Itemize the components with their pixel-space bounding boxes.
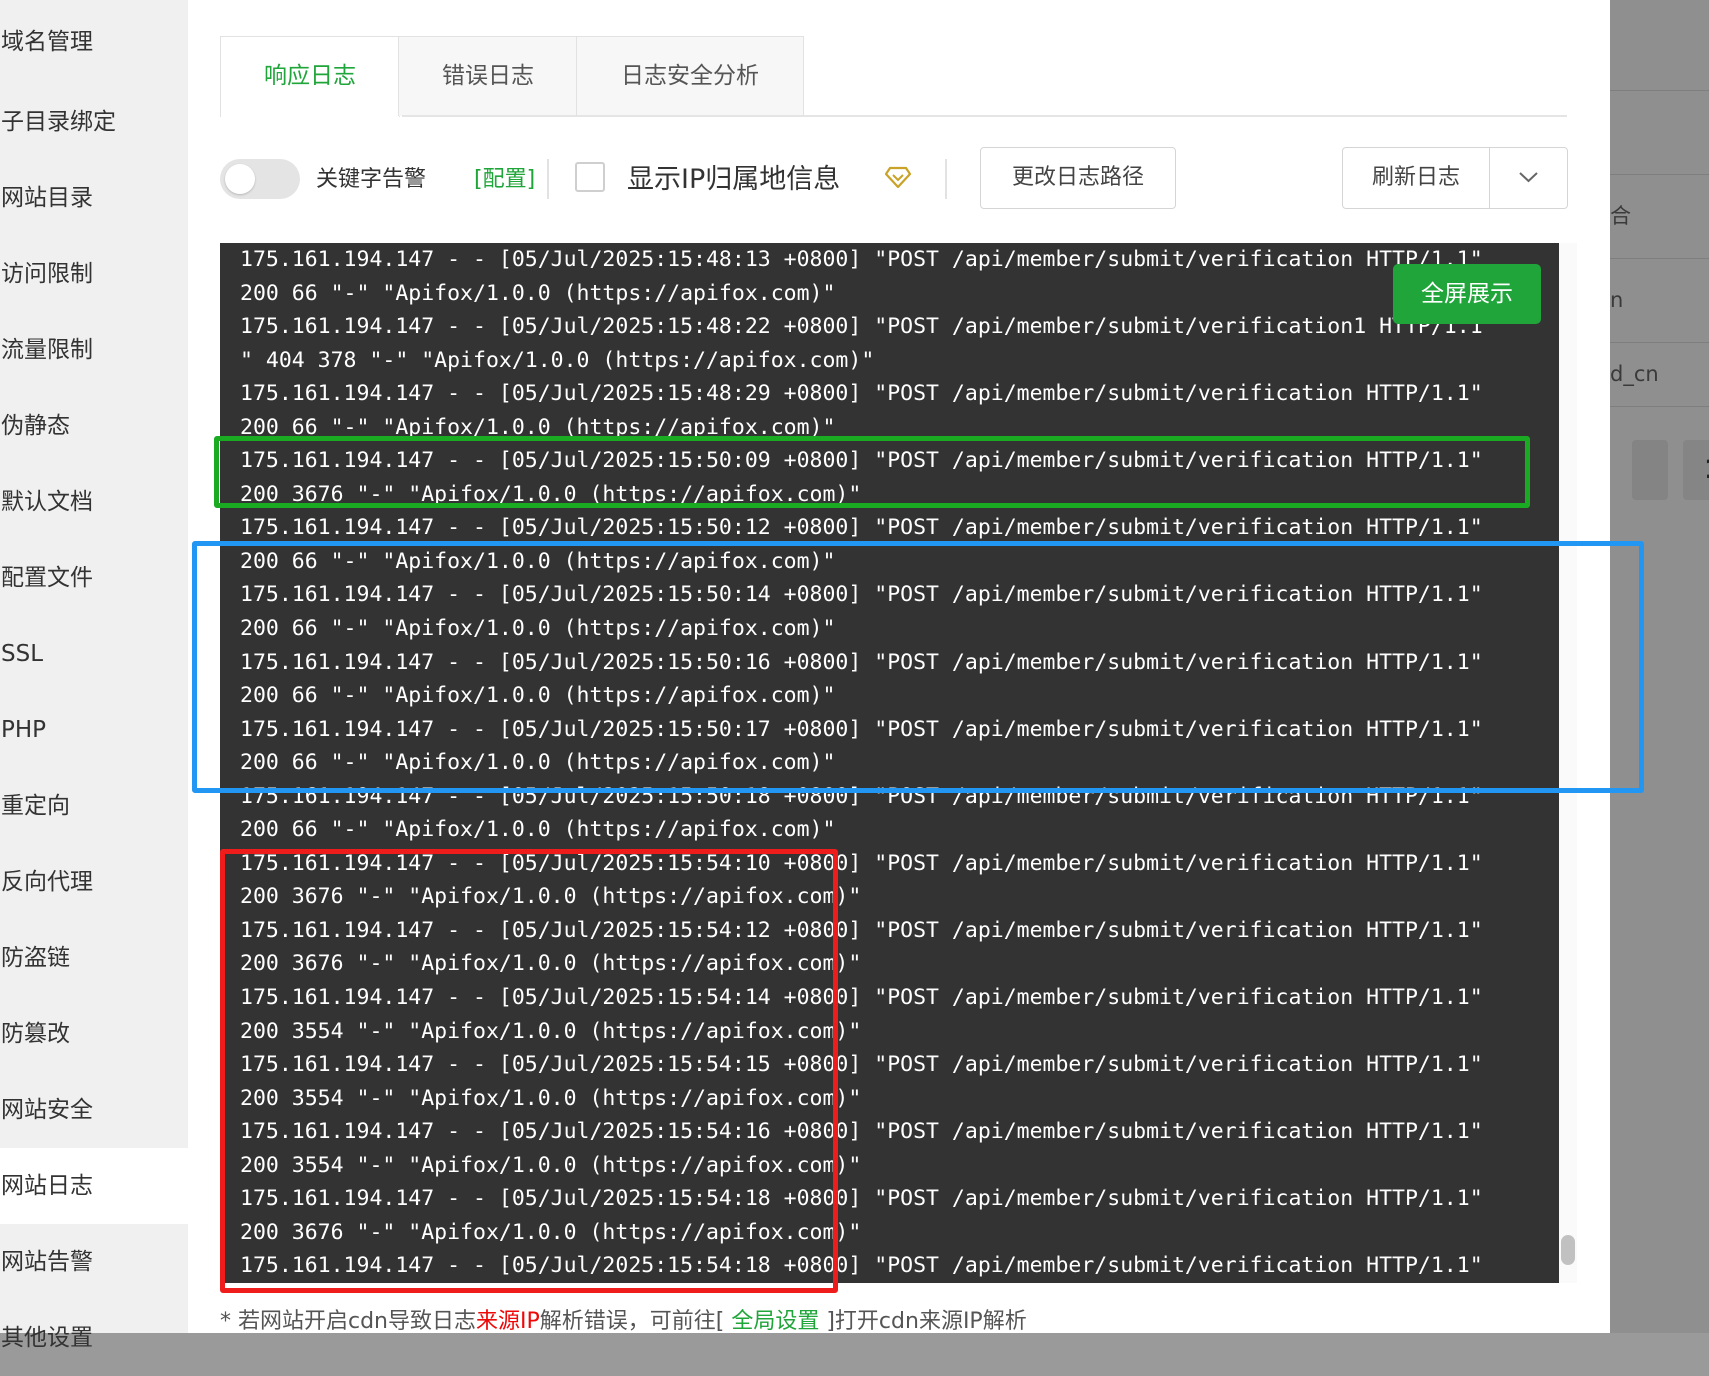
background-text: d_cn <box>1610 342 1709 407</box>
sidebar-item-rewrite[interactable]: 伪静态 <box>0 388 188 464</box>
annotation-blue-box <box>192 541 1644 793</box>
log-line: 200 66 "-" "Apifox/1.0.0 (https://apifox… <box>240 817 836 843</box>
background-strip <box>1610 0 1709 91</box>
chevron-down-icon <box>1519 172 1538 183</box>
background-strip <box>1610 90 1709 175</box>
log-line: 175.161.194.147 - - [05/Jul/2025:15:48:2… <box>240 314 1483 340</box>
fullscreen-button[interactable]: 全屏展示 <box>1393 264 1541 324</box>
global-settings-link[interactable]: 全局设置 <box>731 1309 819 1334</box>
keyword-config-link[interactable]: [配置] <box>474 161 535 193</box>
log-line: " 404 378 "-" "Apifox/1.0.0 (https://api… <box>240 347 875 373</box>
tab-response-log[interactable]: 响应日志 <box>220 36 400 117</box>
show-ip-location-label: 显示IP归属地信息 <box>627 164 841 195</box>
sidebar-item-site-alerts[interactable]: 网站告警 <box>0 1224 188 1300</box>
sidebar-item-hotlink-protection[interactable]: 防盗链 <box>0 920 188 996</box>
sidebar-item-access-limit[interactable]: 访问限制 <box>0 236 188 312</box>
show-ip-location-checkbox[interactable] <box>575 162 605 192</box>
sidebar-item-tamper-protection[interactable]: 防篡改 <box>0 996 188 1072</box>
annotation-red-box <box>220 849 838 1293</box>
sidebar-item-subdirectory-binding[interactable]: 子目录绑定 <box>0 84 188 160</box>
vip-diamond-icon <box>885 166 911 188</box>
sidebar-item-reverse-proxy[interactable]: 反向代理 <box>0 844 188 920</box>
refresh-log-button[interactable]: 刷新日志 <box>1343 148 1490 208</box>
toolbar-divider <box>547 159 549 199</box>
log-toolbar: 关键字告警 [配置] 显示IP归属地信息 更改日志路径 刷新日志 <box>220 147 1580 211</box>
tab-error-log[interactable]: 错误日志 <box>398 36 578 116</box>
annotation-green-box <box>214 436 1530 508</box>
tabs-divider <box>402 115 1567 117</box>
sidebar-item-php[interactable]: PHP <box>0 692 188 768</box>
keyword-alert-label: 关键字告警 <box>316 167 427 192</box>
change-log-path-button[interactable]: 更改日志路径 <box>980 147 1176 209</box>
tab-log-security-analysis[interactable]: 日志安全分析 <box>576 36 804 116</box>
sidebar-item-ssl[interactable]: SSL <box>0 616 188 692</box>
log-line: 200 66 "-" "Apifox/1.0.0 (https://apifox… <box>240 280 836 306</box>
sidebar-item-redirect[interactable]: 重定向 <box>0 768 188 844</box>
log-line: 175.161.194.147 - - [05/Jul/2025:15:48:2… <box>240 381 1483 407</box>
sidebar-item-site-directory[interactable]: 网站目录 <box>0 160 188 236</box>
sidebar-item-other-settings[interactable]: 其他设置 <box>0 1300 188 1376</box>
log-line: 175.161.194.147 - - [05/Jul/2025:15:50:1… <box>240 515 1483 541</box>
sidebar-item-site-logs[interactable]: 网站日志 <box>0 1148 188 1224</box>
refresh-dropdown-toggle[interactable] <box>1490 148 1567 208</box>
background-text: 合 <box>1610 174 1709 259</box>
note-suffix: ]打开cdn来源IP解析 <box>819 1309 1027 1334</box>
background-cell <box>1632 440 1668 500</box>
log-line: 175.161.194.147 - - [05/Jul/2025:15:48:1… <box>240 247 1483 272</box>
keyword-alert-toggle[interactable] <box>220 159 300 199</box>
cdn-ip-note: * 若网站开启cdn导致日志来源IP解析错误，可前往[ 全局设置 ]打开cdn来… <box>220 1303 1027 1335</box>
note-prefix: * 若网站开启cdn导致日志 <box>220 1309 476 1334</box>
toggle-knob <box>225 164 255 194</box>
sidebar-item-site-security[interactable]: 网站安全 <box>0 1072 188 1148</box>
refresh-log-split-button: 刷新日志 <box>1342 147 1568 209</box>
background-page-number: 1 <box>1683 440 1709 500</box>
note-middle: 解析错误，可前往[ <box>539 1309 732 1334</box>
sidebar-item-domain[interactable]: 域名管理 <box>0 0 188 84</box>
background-text: n <box>1610 258 1709 343</box>
sidebar-item-config-file[interactable]: 配置文件 <box>0 540 188 616</box>
scrollbar-thumb[interactable] <box>1561 1235 1575 1265</box>
note-source-ip: 来源IP <box>476 1309 540 1334</box>
sidebar-item-default-document[interactable]: 默认文档 <box>0 464 188 540</box>
sidebar-item-traffic-limit[interactable]: 流量限制 <box>0 312 188 388</box>
settings-sidebar: 域名管理 子目录绑定 网站目录 访问限制 流量限制 伪静态 默认文档 配置文件 … <box>0 0 188 1351</box>
toolbar-divider <box>945 159 947 199</box>
